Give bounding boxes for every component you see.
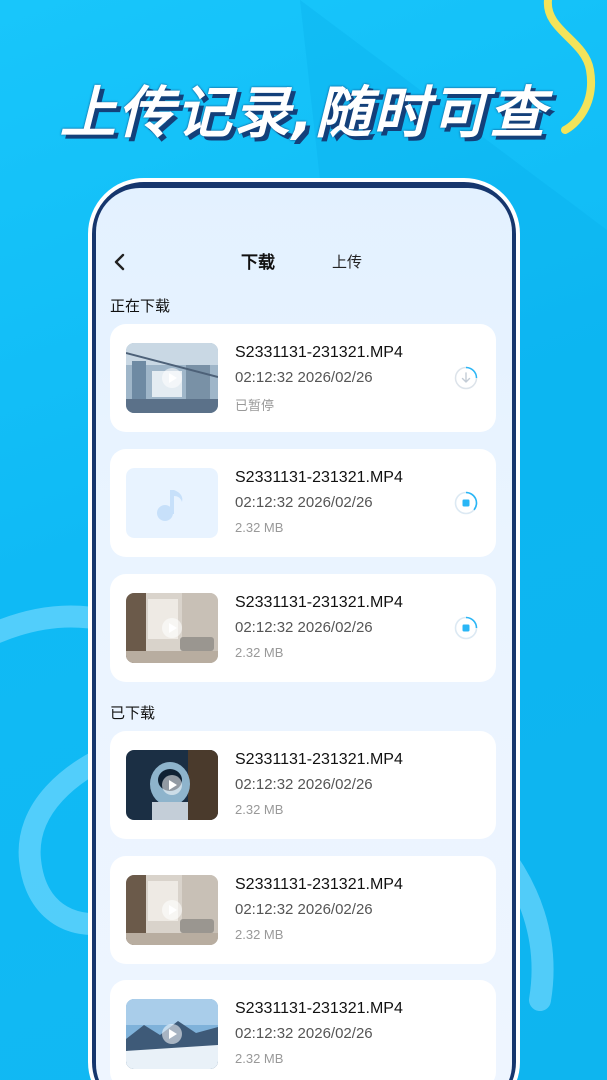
music-note-placeholder: [126, 468, 218, 538]
chevron-left-icon: [114, 253, 125, 271]
file-name: S2331131-231321.MP4: [235, 1000, 403, 1017]
list-item[interactable]: S2331131-231321.MP4 02:12:32 2026/02/26 …: [110, 856, 496, 964]
astronaut-video-thumbnail: [126, 750, 218, 820]
section-title-downloaded: 已下载: [110, 704, 156, 722]
file-name: S2331131-231321.MP4: [235, 876, 403, 893]
file-time: 02:12:32 2026/02/26: [235, 901, 373, 918]
list-item[interactable]: S2331131-231321.MP4 02:12:32 2026/02/26 …: [110, 324, 496, 432]
file-time: 02:12:32 2026/02/26: [235, 1025, 373, 1042]
factory-video-thumbnail: [126, 343, 218, 413]
promo-headline: 上传记录,随时可查: [59, 81, 548, 146]
list-item[interactable]: S2331131-231321.MP4 02:12:32 2026/02/26 …: [110, 731, 496, 839]
file-time: 02:12:32 2026/02/26: [235, 369, 373, 386]
file-name: S2331131-231321.MP4: [235, 594, 403, 611]
file-size: 2.32 MB: [235, 520, 284, 535]
section-title-downloading: 正在下载: [110, 297, 171, 315]
play-icon: [162, 775, 182, 795]
list-item[interactable]: S2331131-231321.MP4 02:12:32 2026/02/26 …: [110, 980, 496, 1080]
stop-progress-icon[interactable]: [454, 616, 478, 640]
tab-download[interactable]: 下载: [241, 248, 275, 273]
stop-progress-icon[interactable]: [454, 491, 478, 515]
play-icon: [162, 618, 182, 638]
snow-mountain-video-thumbnail: [126, 999, 218, 1069]
file-size: 2.32 MB: [235, 645, 284, 660]
status-text: 已暂停: [235, 398, 275, 413]
file-time: 02:12:32 2026/02/26: [235, 494, 373, 511]
file-name: S2331131-231321.MP4: [235, 469, 403, 486]
file-size: 2.32 MB: [235, 1051, 284, 1066]
back-button[interactable]: [108, 248, 130, 276]
download-paused-icon[interactable]: [454, 366, 478, 390]
app-screen: 下载 上传 正在下载 S2331131-231321.MP4 02:12:32 …: [96, 188, 512, 1080]
tab-upload[interactable]: 上传: [332, 251, 362, 272]
play-icon: [162, 900, 182, 920]
file-time: 02:12:32 2026/02/26: [235, 776, 373, 793]
list-item[interactable]: S2331131-231321.MP4 02:12:32 2026/02/26 …: [110, 449, 496, 557]
file-name: S2331131-231321.MP4: [235, 344, 403, 361]
file-size: 2.32 MB: [235, 802, 284, 817]
file-size: 2.32 MB: [235, 927, 284, 942]
play-icon: [162, 368, 182, 388]
room-video-thumbnail: [126, 593, 218, 663]
list-item[interactable]: S2331131-231321.MP4 02:12:32 2026/02/26 …: [110, 574, 496, 682]
play-icon: [162, 1024, 182, 1044]
file-name: S2331131-231321.MP4: [235, 751, 403, 768]
file-time: 02:12:32 2026/02/26: [235, 619, 373, 636]
room-video-thumbnail: [126, 875, 218, 945]
